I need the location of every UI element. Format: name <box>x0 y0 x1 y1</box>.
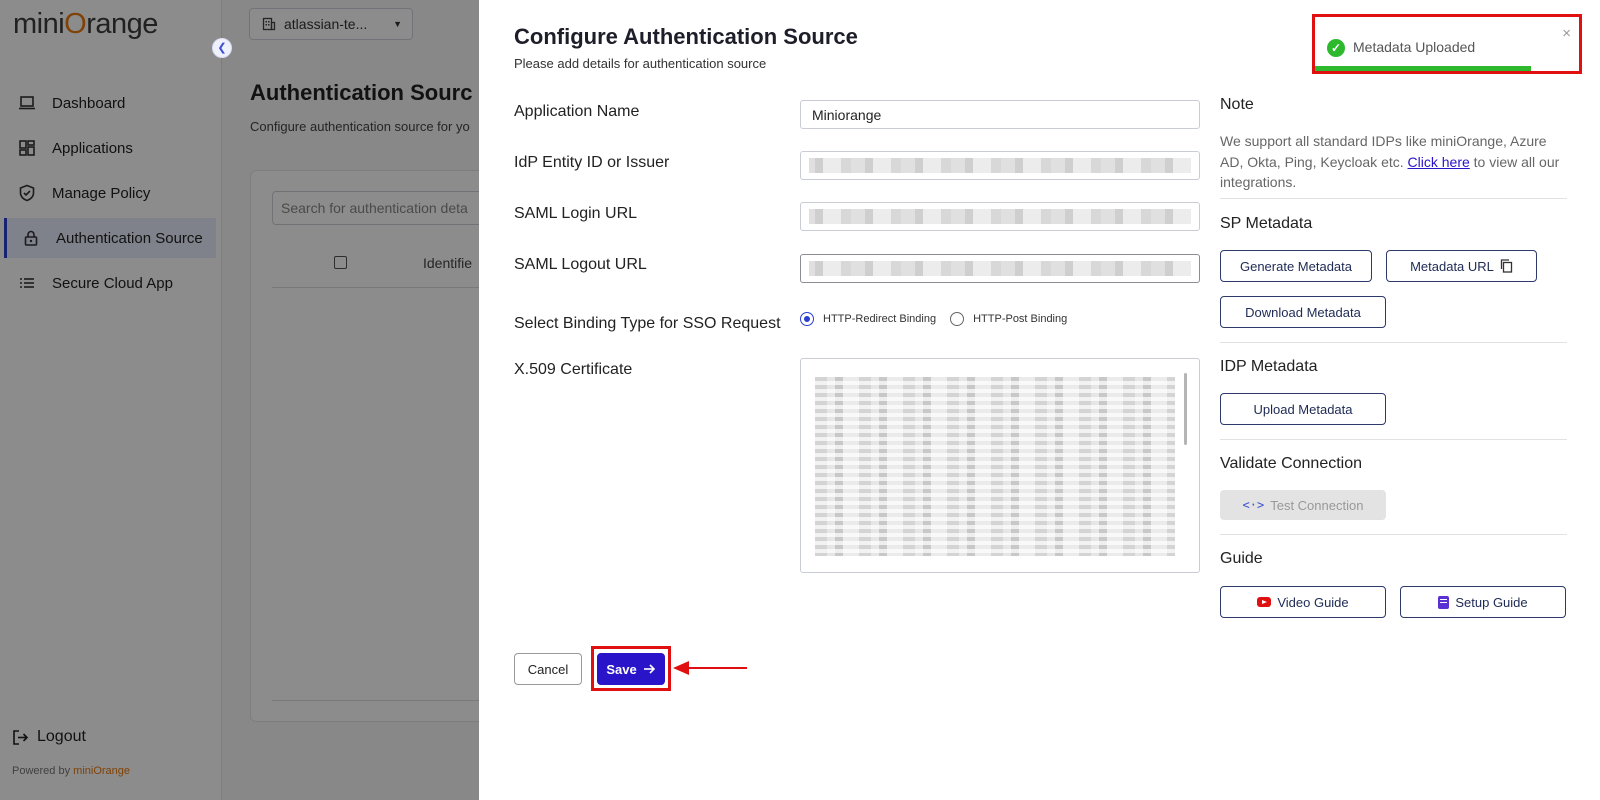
login-url-label: SAML Login URL <box>514 205 638 222</box>
divider <box>1220 534 1567 535</box>
click-here-link[interactable]: Click here <box>1408 154 1470 170</box>
save-highlight-box <box>591 646 671 691</box>
metadata-url-label: Metadata URL <box>1410 258 1494 274</box>
app-name-label: Application Name <box>514 103 640 120</box>
logout-url-input[interactable] <box>800 254 1200 283</box>
metadata-url-button[interactable]: Metadata URL <box>1386 250 1537 282</box>
toast-notification: ✓ Metadata Uploaded × <box>1312 14 1582 74</box>
divider <box>1220 198 1567 199</box>
cancel-button[interactable]: Cancel <box>514 653 582 685</box>
certificate-content <box>815 377 1175 556</box>
setup-guide-button[interactable]: Setup Guide <box>1400 586 1566 618</box>
annotation-arrow-head <box>673 661 689 675</box>
divider <box>1220 342 1567 343</box>
radio-selected[interactable] <box>800 312 814 326</box>
certificate-label: X.509 Certificate <box>514 361 633 378</box>
binding-option-label: HTTP-Post Binding <box>973 313 1068 325</box>
validate-connection-heading: Validate Connection <box>1220 455 1363 472</box>
collapse-sidebar-button[interactable]: ❮ <box>212 38 232 58</box>
scrollbar[interactable] <box>1184 373 1187 445</box>
test-connection-label: Test Connection <box>1270 497 1364 513</box>
login-url-input[interactable] <box>800 202 1200 231</box>
binding-radio-group: HTTP-Redirect Binding HTTP-Post Binding <box>800 312 1081 326</box>
video-guide-button[interactable]: Video Guide <box>1220 586 1386 618</box>
guide-heading: Guide <box>1220 550 1263 567</box>
check-circle-icon: ✓ <box>1327 39 1345 57</box>
toast-message: Metadata Uploaded <box>1353 39 1476 55</box>
note-heading: Note <box>1220 96 1254 113</box>
binding-option-label: HTTP-Redirect Binding <box>823 313 937 325</box>
close-icon[interactable]: × <box>1562 25 1571 42</box>
configure-drawer: Configure Authentication Source Please a… <box>479 0 1600 800</box>
test-connection-button[interactable]: <·> Test Connection <box>1220 490 1386 520</box>
document-icon <box>1438 595 1450 609</box>
entity-id-label: IdP Entity ID or Issuer <box>514 154 670 171</box>
logout-url-label: SAML Logout URL <box>514 256 647 273</box>
app-name-input[interactable] <box>800 100 1200 129</box>
note-text: We support all standard IDPs like miniOr… <box>1220 133 1560 190</box>
generate-metadata-button[interactable]: Generate Metadata <box>1220 250 1372 282</box>
download-metadata-button[interactable]: Download Metadata <box>1220 296 1386 328</box>
binding-label: Select Binding Type for SSO Request <box>514 315 781 332</box>
certificate-textarea[interactable] <box>800 358 1200 573</box>
copy-icon <box>1500 259 1513 273</box>
drawer-subtitle: Please add details for authentication so… <box>514 56 767 71</box>
upload-metadata-button[interactable]: Upload Metadata <box>1220 393 1386 425</box>
entity-id-input[interactable] <box>800 151 1200 180</box>
code-icon: <·> <box>1242 498 1265 512</box>
video-guide-label: Video Guide <box>1277 594 1349 610</box>
setup-guide-label: Setup Guide <box>1455 594 1528 610</box>
toast-progress-bar <box>1315 66 1532 71</box>
radio-unselected[interactable] <box>950 312 965 326</box>
binding-option-redirect[interactable]: HTTP-Redirect Binding <box>800 312 936 326</box>
binding-option-post[interactable]: HTTP-Post Binding <box>950 312 1067 326</box>
divider <box>1220 439 1567 440</box>
drawer-title: Configure Authentication Source <box>514 24 858 49</box>
youtube-icon <box>1257 597 1272 607</box>
idp-metadata-heading: IDP Metadata <box>1220 358 1318 375</box>
sp-metadata-heading: SP Metadata <box>1220 215 1313 232</box>
chevron-left-icon: ❮ <box>217 42 227 54</box>
